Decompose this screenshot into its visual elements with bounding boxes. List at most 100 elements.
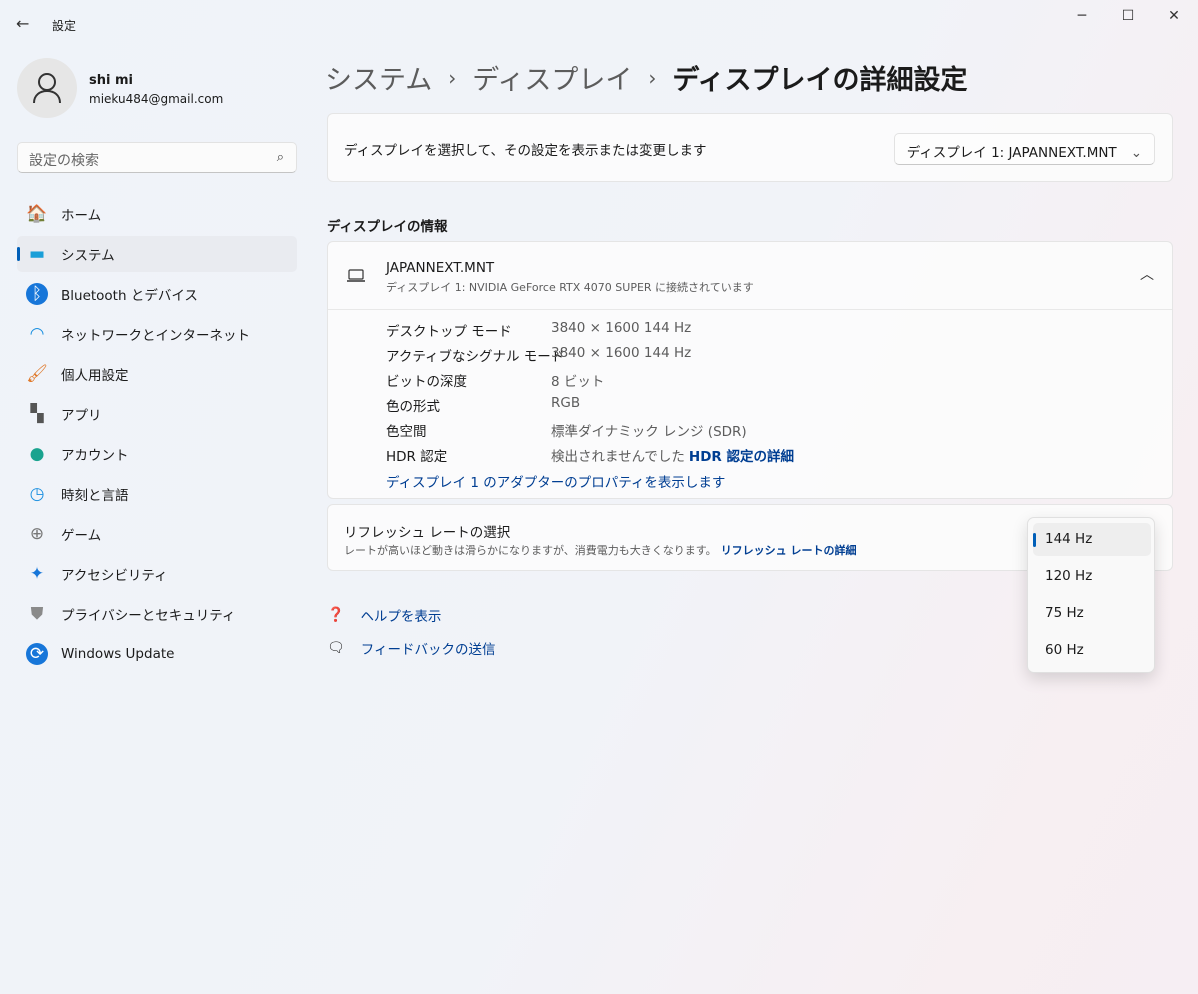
refresh-rate-dropdown-menu: 144 Hz 120 Hz 75 Hz 60 Hz [1027, 517, 1155, 673]
refresh-option-120[interactable]: 120 Hz [1033, 560, 1151, 593]
info-label: アクティブなシグナル モード [386, 349, 565, 365]
display-select-card: ディスプレイを選択して、その設定を表示または変更します ディスプレイ 1: JA… [327, 113, 1173, 182]
page-title: ディスプレイの詳細設定 [672, 65, 968, 96]
sidebar-item-time-language[interactable]: ◷ 時刻と言語 [17, 476, 297, 512]
sidebar-item-accessibility[interactable]: ✦ アクセシビリティ [17, 556, 297, 592]
sidebar-item-label: ゲーム [61, 528, 102, 544]
sidebar-item-wifi[interactable]: ◠ ネットワークとインターネット [17, 316, 297, 352]
apps-icon: ▚ [30, 404, 44, 424]
refresh-option-144[interactable]: 144 Hz [1033, 523, 1151, 556]
update-icon: ⟳ [26, 643, 48, 665]
sidebar-item-apps[interactable]: ▚ アプリ [17, 396, 297, 432]
sidebar-item-label: ネットワークとインターネット [61, 328, 250, 344]
hdr-details-link[interactable]: HDR 認定の詳細 [689, 449, 794, 465]
chevron-right-icon: › [648, 65, 657, 90]
info-value: 3840 × 1600 144 Hz [551, 320, 691, 336]
info-label: ビットの深度 [386, 374, 467, 390]
search-icon: ⌕ [276, 150, 284, 165]
info-value-text: 8 ビット [551, 374, 605, 390]
minimize-button[interactable]: ─ [1067, 8, 1097, 28]
sidebar-item-label: システム [61, 248, 115, 264]
shield-icon: ⛊ [30, 604, 44, 624]
home-icon: 🏠 [26, 204, 48, 224]
title-bar: ← 設定 ─ ☐ ✕ [0, 0, 1198, 48]
laptop-icon [347, 269, 365, 282]
info-value: RGB [551, 395, 580, 411]
gamepad-icon: ⊕ [29, 524, 45, 544]
help-icon: ❓ [327, 607, 345, 623]
feedback-label: フィードバックの送信 [360, 642, 496, 658]
chevron-up-icon[interactable]: ︿ [1140, 264, 1154, 284]
account-icon: ● [29, 444, 45, 464]
app-title: 設定 [52, 19, 77, 33]
sidebar-item-label: Windows Update [61, 646, 175, 662]
sidebar-item-brush[interactable]: 🖌 個人用設定 [17, 356, 297, 392]
sidebar-item-label: 時刻と言語 [61, 488, 129, 504]
info-value: 検出されませんでした HDR 認定の詳細 [551, 445, 794, 465]
sidebar-item-label: プライバシーとセキュリティ [61, 608, 236, 624]
selection-indicator [17, 247, 20, 261]
info-value: 3840 × 1600 144 Hz [551, 345, 691, 361]
brush-icon: 🖌 [26, 364, 48, 384]
info-label: 色の形式 [386, 399, 440, 415]
sidebar-item-update[interactable]: ⟳ Windows Update [17, 636, 297, 672]
sidebar-item-shield[interactable]: ⛊ プライバシーとセキュリティ [17, 596, 297, 632]
refresh-title: リフレッシュ レートの選択 [344, 525, 511, 541]
refresh-details-link[interactable]: リフレッシュ レートの詳細 [721, 544, 857, 557]
adapter-properties-link[interactable]: ディスプレイ 1 のアダプターのプロパティを表示します [386, 471, 725, 491]
refresh-option-75[interactable]: 75 Hz [1033, 597, 1151, 630]
display-info-card: JAPANNEXT.MNT ディスプレイ 1: NVIDIA GeForce R… [327, 241, 1173, 499]
info-value-text: 標準ダイナミック レンジ (SDR) [551, 424, 747, 440]
info-value-text: RGB [551, 395, 581, 411]
sidebar-item-system[interactable]: ▬ システム [17, 236, 297, 272]
chevron-down-icon: ⌄ [1130, 145, 1142, 161]
feedback-icon: 🗨 [327, 640, 345, 656]
refresh-option-60[interactable]: 60 Hz [1033, 634, 1151, 667]
sidebar-item-label: アプリ [61, 408, 102, 424]
sidebar-item-gamepad[interactable]: ⊕ ゲーム [17, 516, 297, 552]
search-input[interactable]: 設定の検索 ⌕ [17, 142, 297, 173]
time-language-icon: ◷ [29, 484, 45, 504]
sidebar-item-label: 個人用設定 [61, 368, 129, 384]
back-arrow-icon[interactable]: ← [16, 14, 29, 33]
monitor-name: JAPANNEXT.MNT [386, 260, 495, 276]
wifi-icon: ◠ [29, 324, 45, 344]
breadcrumb-system[interactable]: システム [325, 58, 432, 97]
info-label: HDR 認定 [386, 449, 448, 465]
feedback-link[interactable]: 🗨 フィードバックの送信 [327, 638, 496, 658]
bluetooth-icon: ᛒ [26, 283, 48, 305]
display-info-header[interactable]: JAPANNEXT.MNT ディスプレイ 1: NVIDIA GeForce R… [328, 242, 1172, 310]
close-button[interactable]: ✕ [1159, 8, 1189, 28]
sidebar-item-label: アクセシビリティ [61, 568, 168, 584]
monitor-subtitle: ディスプレイ 1: NVIDIA GeForce RTX 4070 SUPER … [386, 281, 754, 294]
sidebar-item-home[interactable]: 🏠 ホーム [17, 196, 297, 232]
search-placeholder: 設定の検索 [29, 153, 99, 169]
info-value: 標準ダイナミック レンジ (SDR) [551, 420, 747, 440]
info-label: 色空間 [386, 424, 427, 440]
display-select-text: ディスプレイを選択して、その設定を表示または変更します [344, 143, 707, 159]
sidebar-item-label: ホーム [61, 208, 102, 224]
maximize-button[interactable]: ☐ [1113, 8, 1143, 28]
person-icon [33, 73, 61, 104]
breadcrumb: システム › ディスプレイ › ディスプレイの詳細設定 [325, 58, 967, 97]
breadcrumb-display[interactable]: ディスプレイ [472, 58, 632, 97]
display-dropdown[interactable]: ディスプレイ 1: JAPANNEXT.MNT ⌄ [893, 133, 1155, 165]
refresh-desc-text: レートが高いほど動きは滑らかになりますが、消費電力も大きくなります。 [344, 544, 717, 557]
sidebar-item-bluetooth[interactable]: ᛒ Bluetooth とデバイス [17, 276, 297, 312]
section-title: ディスプレイの情報 [327, 219, 448, 235]
user-name: shi mi [89, 73, 133, 88]
system-icon: ▬ [28, 244, 46, 264]
avatar[interactable] [17, 58, 77, 118]
info-value-text: 検出されませんでした [551, 449, 685, 465]
sidebar-item-account[interactable]: ● アカウント [17, 436, 297, 472]
user-email: mieku484@gmail.com [89, 92, 224, 106]
display-dropdown-value: ディスプレイ 1: JAPANNEXT.MNT [906, 145, 1117, 161]
chevron-right-icon: › [448, 65, 457, 90]
help-link[interactable]: ❓ ヘルプを表示 [327, 605, 441, 625]
help-label: ヘルプを表示 [360, 609, 442, 625]
info-value-text: 3840 × 1600 144 Hz [551, 345, 692, 361]
sidebar-item-label: Bluetooth とデバイス [61, 288, 198, 304]
info-value-text: 3840 × 1600 144 Hz [551, 320, 692, 336]
info-value: 8 ビット [551, 370, 604, 390]
accessibility-icon: ✦ [29, 564, 45, 584]
